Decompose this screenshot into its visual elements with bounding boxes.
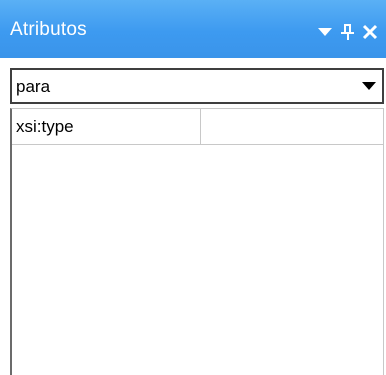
attributes-grid: xsi:type: [10, 108, 384, 375]
dropdown-arrow-icon[interactable]: [362, 81, 376, 91]
attribute-value-cell[interactable]: [202, 109, 383, 144]
attributes-panel: Atributos para xsi:type: [0, 0, 386, 375]
table-row[interactable]: xsi:type: [12, 109, 383, 145]
attribute-name-cell[interactable]: xsi:type: [12, 109, 201, 144]
element-select-value: para: [16, 77, 51, 96]
element-select[interactable]: para: [10, 68, 384, 104]
panel-close-button[interactable]: [359, 21, 381, 43]
panel-pin-button[interactable]: [337, 21, 359, 43]
pin-icon: [337, 21, 359, 43]
attribute-name: xsi:type: [16, 117, 74, 136]
panel-titlebar[interactable]: Atributos: [0, 0, 386, 58]
chevron-down-icon: [314, 21, 336, 43]
close-icon: [359, 21, 381, 43]
panel-menu-button[interactable]: [314, 21, 336, 43]
panel-title: Atributos: [10, 19, 87, 40]
